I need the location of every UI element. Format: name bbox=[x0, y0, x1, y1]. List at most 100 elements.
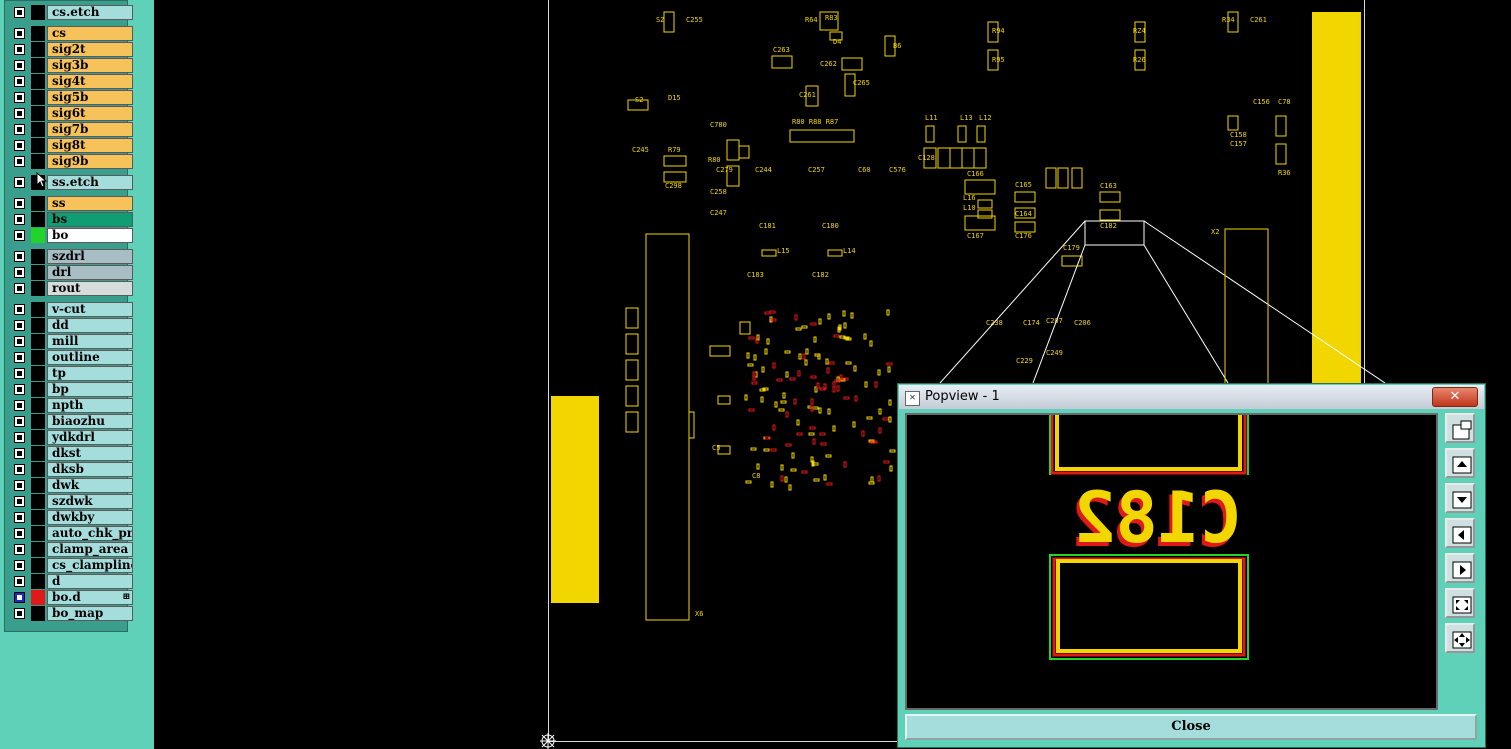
component-pad bbox=[709, 345, 731, 357]
popview-toolbar bbox=[1445, 413, 1479, 713]
component-designator: C261 bbox=[799, 91, 816, 99]
component-designator: C158 bbox=[1230, 131, 1247, 139]
popview-zoom-view[interactable]: C182 C182 bbox=[905, 413, 1438, 710]
pan-left-icon bbox=[1452, 526, 1472, 544]
component-designator: C244 bbox=[755, 166, 772, 174]
component-designator: C176 bbox=[1015, 232, 1032, 240]
smd-pad bbox=[883, 460, 890, 464]
component-pad bbox=[789, 129, 855, 143]
component-pad bbox=[663, 155, 687, 167]
component-pad bbox=[1014, 221, 1036, 233]
component-pad bbox=[1099, 209, 1121, 221]
component-pad bbox=[726, 139, 740, 161]
smd-pad bbox=[774, 401, 778, 408]
smd-pad bbox=[780, 464, 784, 471]
close-button[interactable]: Close bbox=[905, 714, 1477, 740]
popview-window[interactable]: ✕ Popview - 1 ✕ C182 C182 Close bbox=[897, 383, 1486, 748]
component-pad bbox=[625, 411, 639, 433]
close-icon[interactable]: ✕ bbox=[1432, 387, 1478, 407]
smd-pad bbox=[826, 367, 830, 374]
smd-pad bbox=[785, 371, 789, 378]
smd-pad bbox=[809, 426, 816, 430]
component-designator: C183 bbox=[747, 271, 764, 279]
zoom-in-button[interactable] bbox=[1445, 448, 1475, 478]
zoom-out-button[interactable] bbox=[1445, 483, 1475, 513]
component-designator: X2 bbox=[1211, 228, 1219, 236]
popview-titlebar[interactable]: ✕ Popview - 1 ✕ bbox=[899, 385, 1484, 409]
component-designator: L15 bbox=[777, 247, 790, 255]
component-pad bbox=[827, 249, 843, 257]
component-designator: D4 bbox=[833, 38, 841, 46]
zoomed-component-label: C182 C182 bbox=[1070, 477, 1242, 563]
component-pad bbox=[977, 199, 993, 209]
smd-pad bbox=[763, 448, 770, 452]
component-designator: C257 bbox=[808, 166, 825, 174]
smd-pad bbox=[874, 381, 878, 388]
pan-left-button[interactable] bbox=[1445, 518, 1475, 548]
component-pad bbox=[625, 385, 639, 407]
smd-pad bbox=[769, 310, 776, 314]
smd-pad bbox=[836, 385, 840, 392]
smd-pad bbox=[813, 478, 820, 482]
component-designator: L16 bbox=[963, 194, 976, 202]
smd-pad bbox=[785, 443, 792, 447]
smd-pad bbox=[850, 312, 854, 319]
component-pad bbox=[717, 395, 731, 405]
pan-right-button[interactable] bbox=[1445, 553, 1475, 583]
smd-pad bbox=[818, 318, 822, 325]
component-designator: C167 bbox=[967, 232, 984, 240]
smd-pad bbox=[843, 322, 847, 329]
smd-pad bbox=[790, 468, 797, 472]
smd-pad bbox=[748, 336, 755, 340]
component-designator: C576 bbox=[889, 166, 906, 174]
zoomed-pad-bottom bbox=[1049, 554, 1249, 660]
smd-pad bbox=[886, 309, 890, 316]
origin-marker-icon bbox=[540, 733, 556, 749]
component-pad bbox=[761, 249, 777, 257]
smd-pad bbox=[825, 454, 832, 458]
smd-pad bbox=[747, 363, 754, 367]
component-designator: R80 bbox=[708, 156, 721, 164]
pan-icon bbox=[1452, 631, 1472, 649]
smd-pad bbox=[810, 322, 817, 326]
component-designator: C229 bbox=[1016, 357, 1033, 365]
zoom-in-icon bbox=[1452, 456, 1472, 474]
smd-pad bbox=[877, 475, 881, 482]
component-pad bbox=[973, 147, 987, 169]
smd-pad bbox=[801, 325, 808, 329]
component-designator: C165 bbox=[1015, 181, 1032, 189]
zoom-window-button[interactable] bbox=[1445, 413, 1475, 443]
smd-pad bbox=[784, 350, 791, 354]
smd-pad bbox=[766, 338, 770, 345]
component-designator: X6 bbox=[695, 610, 703, 618]
smd-pad bbox=[804, 359, 808, 366]
smd-pad bbox=[791, 452, 795, 459]
pan-button[interactable] bbox=[1445, 623, 1475, 653]
zoom-fit-button[interactable] bbox=[1445, 588, 1475, 618]
component-designator: L10 bbox=[963, 204, 976, 212]
smd-pad bbox=[823, 474, 827, 481]
smd-pad bbox=[801, 470, 808, 474]
component-designator: R36 bbox=[1278, 169, 1291, 177]
smd-pad bbox=[820, 442, 827, 446]
component-designator: C249 bbox=[1046, 349, 1063, 357]
component-designator: C262 bbox=[820, 60, 837, 68]
smd-pad bbox=[764, 348, 768, 355]
component-pad bbox=[738, 145, 750, 159]
component-designator: R79 bbox=[668, 146, 681, 154]
component-designator: C206 bbox=[1074, 319, 1091, 327]
component-pad bbox=[976, 125, 986, 143]
smd-pad bbox=[845, 361, 852, 365]
smd-pad bbox=[770, 448, 777, 452]
smd-pad bbox=[882, 417, 889, 421]
component-designator: R94 bbox=[992, 27, 1005, 35]
smd-pad bbox=[780, 400, 787, 404]
component-designator: RZ4 bbox=[1133, 27, 1146, 35]
smd-pad bbox=[798, 353, 802, 360]
component-designator: C179 bbox=[1063, 244, 1080, 252]
smd-pad bbox=[833, 334, 840, 338]
component-pad bbox=[964, 179, 996, 195]
smd-pad bbox=[810, 398, 814, 405]
smd-pad bbox=[843, 396, 850, 400]
smd-pad bbox=[828, 361, 835, 365]
